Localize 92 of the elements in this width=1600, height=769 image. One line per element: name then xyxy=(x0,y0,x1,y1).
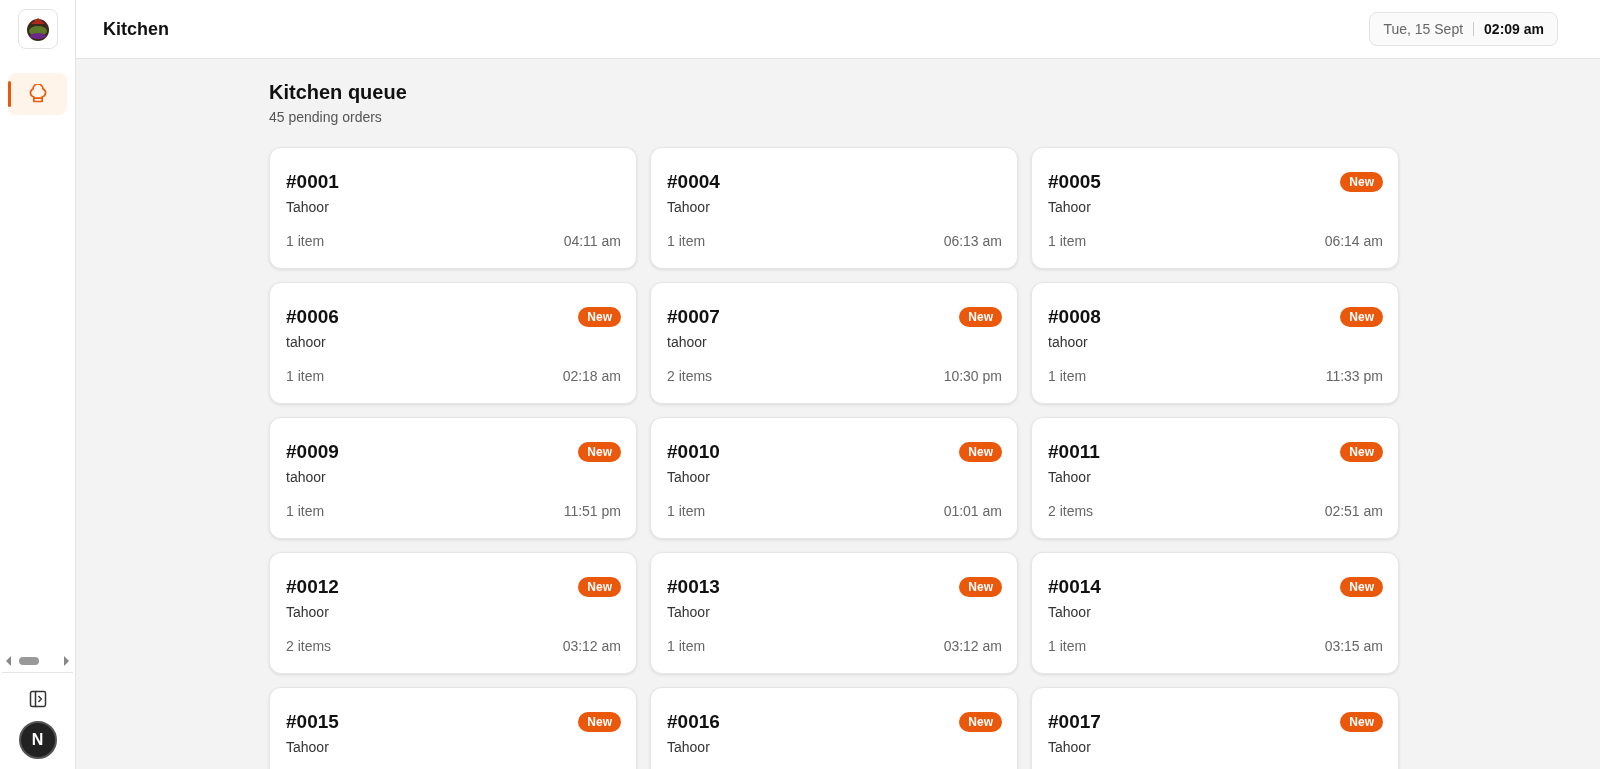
kitchen-nav-item[interactable] xyxy=(8,73,67,115)
order-number: #0004 xyxy=(667,170,720,194)
order-number: #0016 xyxy=(667,710,720,734)
order-card[interactable]: #0017 New Tahoor xyxy=(1031,687,1399,769)
order-card[interactable]: #0015 New Tahoor xyxy=(269,687,637,769)
customer-name: Tahoor xyxy=(286,199,330,215)
new-badge: New xyxy=(959,712,1002,732)
customer-name: Tahoor xyxy=(1048,469,1092,485)
queue-title: Kitchen queue xyxy=(269,81,408,104)
horizontal-scrollbar[interactable] xyxy=(2,654,73,673)
order-number: #0011 xyxy=(1048,440,1100,464)
item-count: 1 item xyxy=(1048,638,1087,654)
pending-count: 45 pending orders xyxy=(269,109,383,125)
customer-name: tahoor xyxy=(286,469,327,485)
order-card[interactable]: #0006 New tahoor 1 item 02:18 am xyxy=(269,282,637,404)
order-time: 03:15 am xyxy=(1324,638,1383,654)
page-title: Kitchen xyxy=(103,18,169,40)
item-count: 2 items xyxy=(1048,503,1094,519)
item-count: 1 item xyxy=(286,233,325,249)
new-badge: New xyxy=(578,307,621,327)
order-number: #0015 xyxy=(286,710,339,734)
new-badge: New xyxy=(1340,442,1383,462)
order-card[interactable]: #0008 New tahoor 1 item 11:33 pm xyxy=(1031,282,1399,404)
new-badge: New xyxy=(578,712,621,732)
order-time: 04:11 am xyxy=(563,233,621,249)
order-card[interactable]: #0004 Tahoor 1 item 06:13 am xyxy=(650,147,1018,269)
new-badge: New xyxy=(1340,172,1383,192)
order-time: 03:12 am xyxy=(943,638,1002,654)
item-count: 1 item xyxy=(286,368,325,384)
item-count: 1 item xyxy=(667,233,706,249)
order-number: #0006 xyxy=(286,305,339,329)
order-time: 03:12 am xyxy=(562,638,621,654)
new-badge: New xyxy=(959,307,1002,327)
order-card[interactable]: #0016 New Tahoor xyxy=(650,687,1018,769)
order-number: #0009 xyxy=(286,440,339,464)
customer-name: Tahoor xyxy=(1048,739,1092,755)
order-time: 02:18 am xyxy=(562,368,621,384)
customer-name: tahoor xyxy=(1048,334,1089,350)
customer-name: Tahoor xyxy=(667,604,711,620)
order-card[interactable]: #0007 New tahoor 2 items 10:30 pm xyxy=(650,282,1018,404)
order-number: #0017 xyxy=(1048,710,1101,734)
order-time: 06:13 am xyxy=(943,233,1002,249)
new-badge: New xyxy=(1340,307,1383,327)
customer-name: Tahoor xyxy=(667,739,711,755)
order-card[interactable]: #0012 New Tahoor 2 items 03:12 am xyxy=(269,552,637,674)
order-card[interactable]: #0005 New Tahoor 1 item 06:14 am xyxy=(1031,147,1399,269)
customer-name: Tahoor xyxy=(1048,604,1092,620)
order-number: #0008 xyxy=(1048,305,1101,329)
order-time: 06:14 am xyxy=(1324,233,1383,249)
restaurant-logo[interactable] xyxy=(17,9,58,49)
new-badge: New xyxy=(959,442,1002,462)
user-avatar[interactable]: N xyxy=(18,721,57,759)
customer-name: tahoor xyxy=(667,334,708,350)
sidebar-toggle-icon[interactable] xyxy=(27,689,48,709)
order-number: #0010 xyxy=(667,440,720,464)
item-count: 1 item xyxy=(667,503,706,519)
customer-name: tahoor xyxy=(286,334,327,350)
new-badge: New xyxy=(959,577,1002,597)
new-badge: New xyxy=(578,442,621,462)
new-badge: New xyxy=(578,577,621,597)
order-card[interactable]: #0013 New Tahoor 1 item 03:12 am xyxy=(650,552,1018,674)
new-badge: New xyxy=(1340,577,1383,597)
new-badge: New xyxy=(1340,712,1383,732)
chef-hat-icon xyxy=(27,84,48,104)
order-card[interactable]: #0009 New tahoor 1 item 11:51 pm xyxy=(269,417,637,539)
order-number: #0005 xyxy=(1048,170,1101,194)
order-time: 02:51 am xyxy=(1324,503,1383,519)
order-number: #0001 xyxy=(286,170,339,194)
item-count: 1 item xyxy=(1048,233,1087,249)
order-card[interactable]: #0001 Tahoor 1 item 04:11 am xyxy=(269,147,637,269)
order-number: #0007 xyxy=(667,305,720,329)
customer-name: Tahoor xyxy=(667,199,711,215)
order-time: 01:01 am xyxy=(943,503,1002,519)
item-count: 2 items xyxy=(667,368,713,384)
order-card[interactable]: #0011 New Tahoor 2 items 02:51 am xyxy=(1031,417,1399,539)
customer-name: Tahoor xyxy=(286,739,330,755)
customer-name: Tahoor xyxy=(667,469,711,485)
order-time: 10:30 pm xyxy=(943,368,1002,384)
order-time: 11:33 pm xyxy=(1325,368,1383,384)
order-card[interactable]: #0014 New Tahoor 1 item 03:15 am xyxy=(1031,552,1399,674)
date-time-display: Tue, 15 Sept 02:09 am xyxy=(1369,12,1558,46)
order-number: #0014 xyxy=(1048,575,1101,599)
item-count: 1 item xyxy=(667,638,706,654)
order-card[interactable]: #0010 New Tahoor 1 item 01:01 am xyxy=(650,417,1018,539)
item-count: 1 item xyxy=(1048,368,1087,384)
order-number: #0013 xyxy=(667,575,720,599)
order-time: 11:51 pm xyxy=(563,503,621,519)
item-count: 2 items xyxy=(286,638,332,654)
order-number: #0012 xyxy=(286,575,339,599)
item-count: 1 item xyxy=(286,503,325,519)
customer-name: Tahoor xyxy=(286,604,330,620)
customer-name: Tahoor xyxy=(1048,199,1092,215)
